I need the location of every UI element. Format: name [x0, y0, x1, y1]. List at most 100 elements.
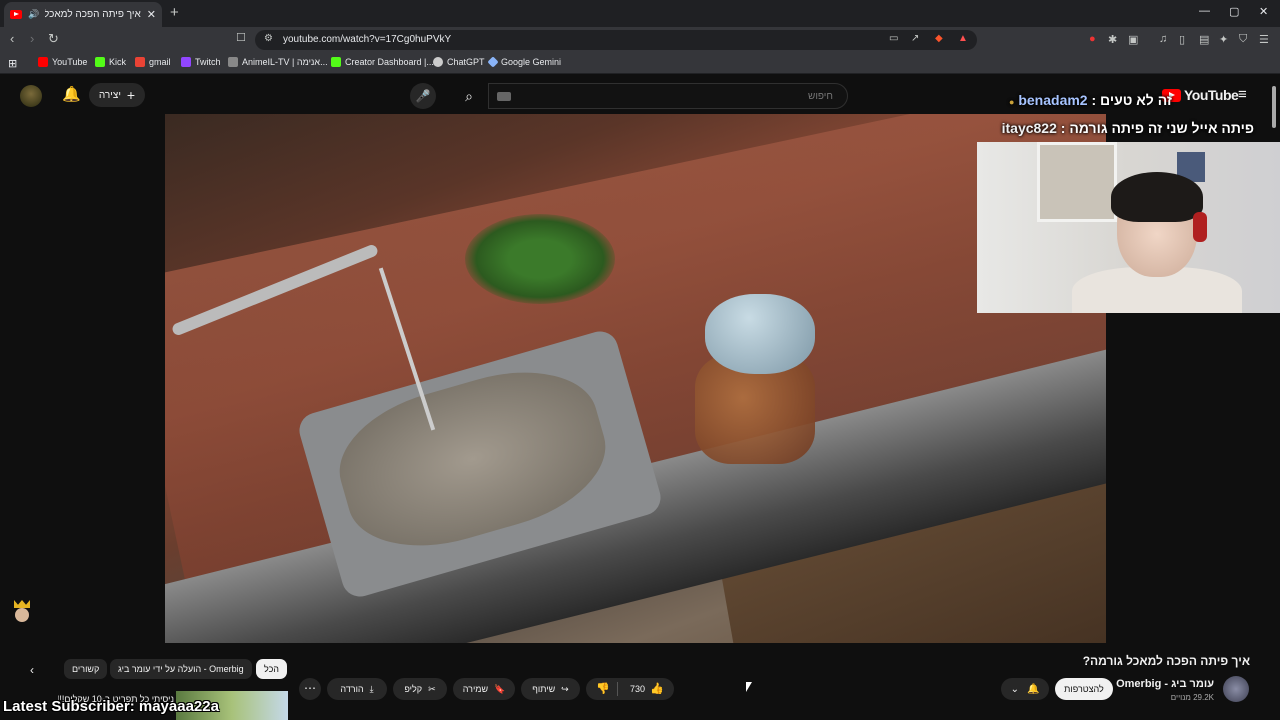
chat-username: benadam2 [1018, 92, 1088, 108]
bookmark-gemini[interactable]: Google Gemini [487, 56, 561, 68]
crown-avatar-icon [12, 600, 32, 624]
bookmark-icon[interactable]: ☐ [236, 31, 246, 44]
dislike-icon[interactable]: 👎 [596, 682, 610, 695]
bookmark-kick[interactable]: Kick [95, 57, 126, 67]
guide-menu-icon[interactable]: ≡ [1238, 86, 1247, 103]
extension-box-icon[interactable]: ▣ [1128, 33, 1138, 46]
apps-grid-icon[interactable]: ⊞ [8, 57, 17, 70]
search-field[interactable] [488, 83, 848, 109]
brave-shield-icon[interactable]: ◆ [935, 33, 943, 44]
bookmark-animeil[interactable]: AnimeIL-TV | אנימה... [228, 57, 328, 67]
clip-button[interactable]: קליפ ✂ [393, 678, 447, 700]
video-frame-herbs [465, 214, 615, 304]
latest-subscriber-overlay: Latest Subscriber: mayaaa22a [3, 698, 219, 715]
scissors-icon: ✂ [428, 683, 436, 694]
more-actions-icon[interactable]: ⋯ [299, 678, 321, 700]
chat-badge-icon: ● [1009, 97, 1015, 107]
mouse-cursor-icon [746, 682, 752, 692]
search-button[interactable]: ⌕ [450, 83, 488, 109]
gmail-icon [135, 57, 145, 67]
vpn-shield-icon[interactable]: ⛉ [1239, 33, 1247, 46]
tab-close-icon[interactable]: ✕ [147, 8, 156, 21]
chat-message: זה לא טעים : benadam2 ● [1009, 92, 1172, 108]
bookmark-youtube[interactable]: YouTube [38, 57, 87, 67]
webcam-overlay [977, 142, 1280, 313]
cast-icon[interactable]: ▭ [889, 33, 898, 44]
subscriber-count: 29.2K מנויים [1170, 693, 1214, 702]
save-bookmark-icon: 🔖 [494, 683, 506, 694]
chat-username: itayc822 [1001, 120, 1057, 136]
search-icon: ⌕ [465, 88, 473, 104]
chevron-down-icon: ⌄ [1010, 683, 1019, 695]
youtube-favicon-icon [10, 10, 22, 19]
notifications-bell-icon[interactable]: 🔔 [62, 85, 81, 103]
voice-search-mic-icon[interactable]: 🎤 [410, 83, 436, 109]
browser-toolbar: ‹ › ↻ ☐ ⚙ youtube.com/watch?v=17Cg0huPVk… [0, 27, 1280, 53]
chip-related[interactable]: קשורים [64, 659, 108, 679]
bookmark-chatgpt[interactable]: ChatGPT [433, 57, 485, 67]
bookmark-twitch[interactable]: Twitch [181, 57, 221, 67]
speaker-icon[interactable]: 🔊 [28, 9, 39, 20]
close-window-button[interactable]: ✕ [1259, 5, 1268, 18]
chip-all[interactable]: הכל [256, 659, 288, 679]
chat-message-text: זה לא טעים [1100, 92, 1172, 108]
video-player[interactable] [165, 114, 1106, 643]
kick-icon [331, 57, 341, 67]
download-button[interactable]: הורדה ⤓ [327, 678, 387, 700]
extension-record-icon[interactable]: ● [1089, 33, 1096, 45]
share-arrow-icon: ↪ [561, 683, 569, 694]
browser-tab-active[interactable]: 🔊 איך פיתה הפכה למאכל גורמה ✕ [4, 2, 162, 27]
join-button[interactable]: להצטרפות [1055, 678, 1113, 700]
search-input[interactable] [489, 84, 847, 108]
chip-uploaded-by[interactable]: הועלה על ידי עומר ביג - Omerbig [110, 659, 252, 679]
like-icon[interactable]: 👍 [650, 682, 664, 695]
chips-previous-icon[interactable]: ‹ [30, 663, 34, 677]
share-icon[interactable]: ↗ [911, 33, 919, 44]
gemini-icon [487, 56, 499, 68]
browser-tab-strip: 🔊 איך פיתה הפכה למאכל גורמה ✕ + — ▢ ✕ [0, 0, 1280, 27]
youtube-icon [38, 57, 48, 67]
brave-rewards-icon[interactable]: ▲ [958, 33, 968, 44]
tab-title: איך פיתה הפכה למאכל גורמה [45, 9, 141, 20]
notification-settings-button[interactable]: ⌄ 🔔 [1001, 678, 1049, 700]
minimize-button[interactable]: — [1199, 5, 1210, 17]
animeil-icon [228, 57, 238, 67]
kick-icon [95, 57, 105, 67]
like-count: 730 [630, 684, 646, 694]
chat-message-text: פיתה אייל שני זה פיתה גורמה [1069, 120, 1254, 136]
like-dislike-group: 👎 730 👍 [586, 678, 674, 700]
chat-message: פיתה אייל שני זה פיתה גורמה : itayc822 [1001, 120, 1254, 136]
menu-icon[interactable]: ☰ [1259, 33, 1269, 46]
media-icon[interactable]: ♫ [1159, 33, 1167, 45]
youtube-logo-text: YouTube [1184, 87, 1239, 103]
channel-name[interactable]: עומר ביג - Omerbig [1116, 678, 1214, 690]
back-arrow-icon[interactable]: ‹ [10, 31, 14, 46]
save-button[interactable]: שמירה 🔖 [453, 678, 515, 700]
reload-icon[interactable]: ↻ [48, 31, 59, 47]
channel-avatar[interactable] [1223, 676, 1249, 702]
video-title: איך פיתה הפכה למאכל גורמה? [1082, 654, 1250, 668]
create-button[interactable]: יצירה + [89, 83, 145, 107]
plus-icon: + [126, 87, 136, 103]
new-tab-button[interactable]: + [170, 4, 179, 21]
url-text: youtube.com/watch?v=17Cg0huPVkY [283, 34, 452, 45]
bookmark-gmail[interactable]: gmail [135, 57, 171, 67]
site-info-icon[interactable]: ⚙ [264, 33, 273, 44]
wallet-icon[interactable]: ▤ [1199, 33, 1209, 46]
chatgpt-icon [433, 57, 443, 67]
bell-icon: 🔔 [1026, 683, 1040, 695]
extensions-icon[interactable]: ✱ [1108, 33, 1117, 46]
bookmark-creator-dashboard[interactable]: Creator Dashboard |... [331, 57, 434, 67]
leo-ai-icon[interactable]: ✦ [1219, 33, 1228, 46]
address-bar[interactable]: ⚙ youtube.com/watch?v=17Cg0huPVkY ▭ ↗ ◆ … [255, 30, 977, 50]
sidebar-icon[interactable]: ▯ [1179, 33, 1185, 46]
keyboard-icon[interactable] [497, 92, 511, 101]
share-button[interactable]: שיתוף ↪ [521, 678, 580, 700]
forward-arrow-icon[interactable]: › [30, 31, 34, 46]
maximize-button[interactable]: ▢ [1229, 5, 1239, 18]
bookmarks-bar: ⊞ YouTube Kick gmail Twitch AnimeIL-TV |… [0, 53, 1280, 74]
page-scrollbar[interactable] [1272, 86, 1276, 128]
account-avatar[interactable] [20, 85, 42, 107]
youtube-logo[interactable]: YouTube [1162, 87, 1239, 103]
download-icon: ⤓ [369, 683, 374, 694]
